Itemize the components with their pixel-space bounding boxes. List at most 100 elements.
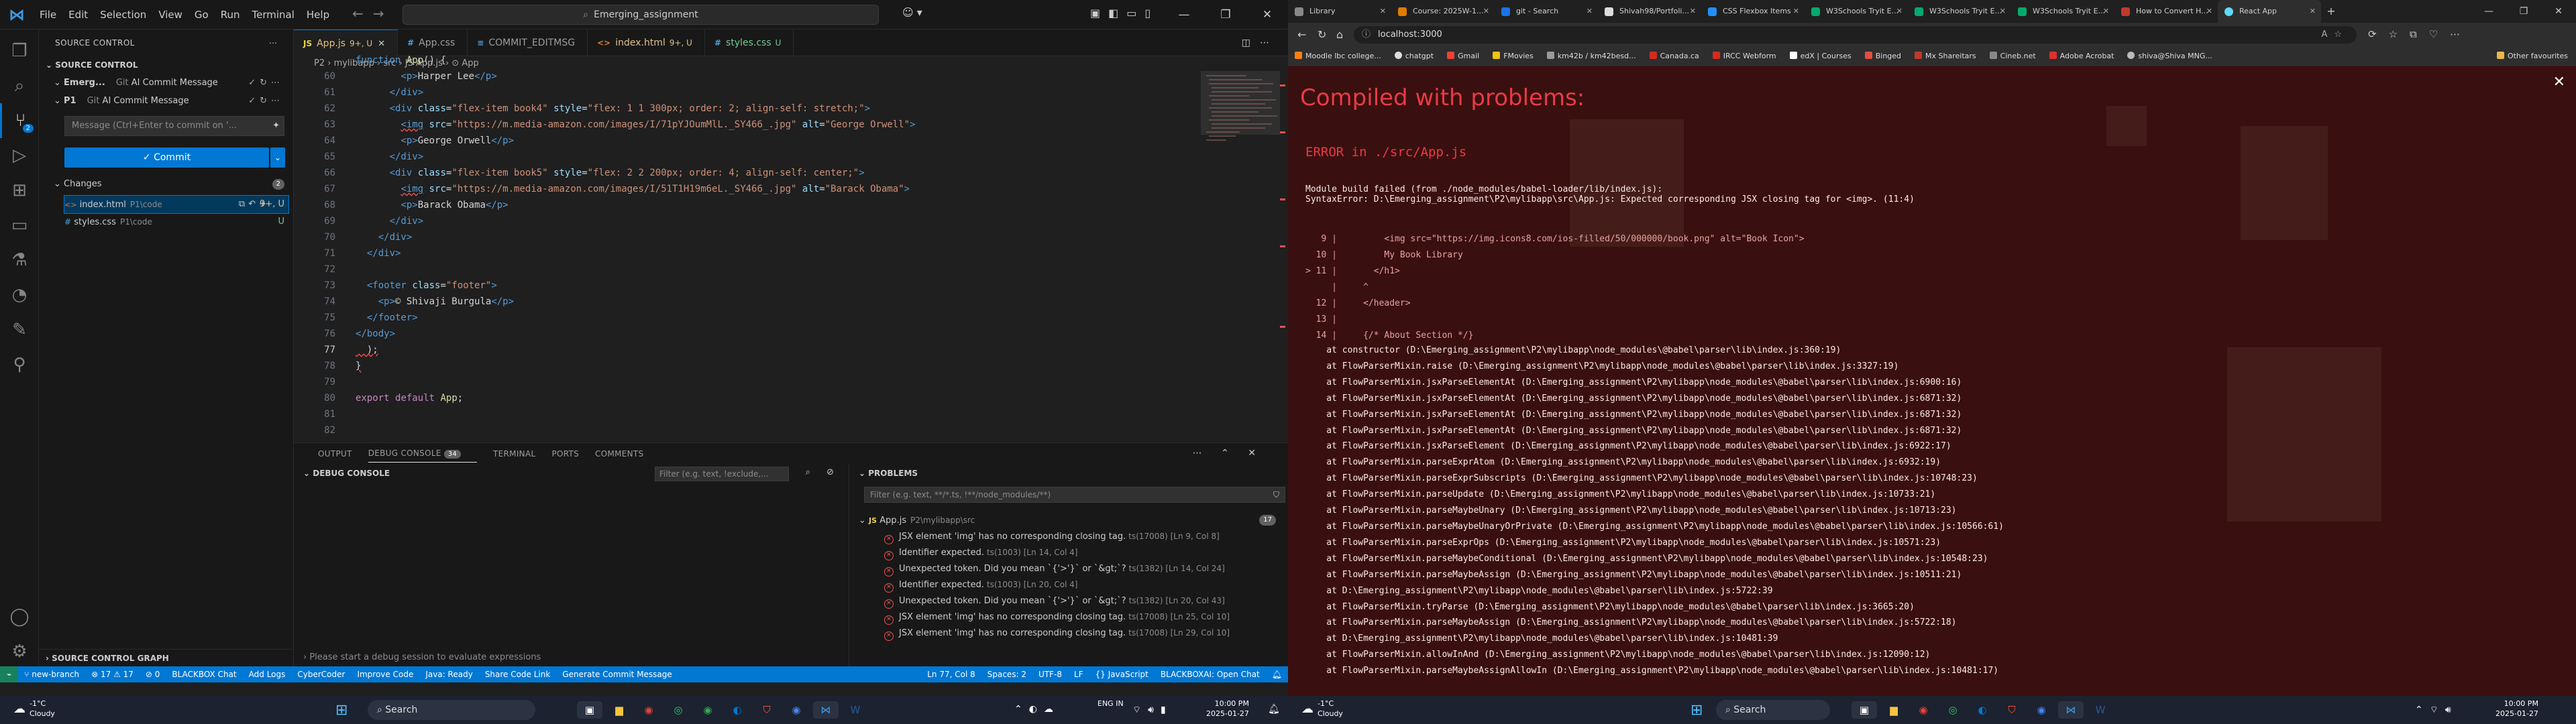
cursor-position[interactable]: Ln 77, Col 8 — [921, 666, 981, 682]
menu-go[interactable]: Go — [189, 9, 215, 21]
close-icon[interactable]: ✕ — [2206, 0, 2212, 23]
explorer-icon[interactable]: ❐ — [0, 34, 39, 68]
close-icon[interactable]: ✕ — [1380, 0, 1386, 23]
language-mode[interactable]: {} JavaScript — [1089, 666, 1155, 682]
copilot-chat-icon[interactable]: ✎ — [0, 312, 39, 347]
tab-ports[interactable]: PORTS — [551, 449, 579, 459]
vscode-taskbar-icon[interactable]: ⋈ — [813, 701, 839, 719]
problem-item[interactable]: ✕ Identifier expected. ts(1003) [Ln 20, Co… — [884, 577, 1287, 593]
browser-extensions[interactable]: ⟳☆⧉♡⋯ — [2368, 28, 2472, 40]
edge-icon[interactable]: ◐ — [724, 701, 750, 719]
info-icon[interactable]: ⓘ — [1362, 26, 1371, 44]
bookmark[interactable]: Adobe Acrobat — [2043, 47, 2121, 65]
problem-item[interactable]: ✕ JSX element 'img' has no corresponding … — [884, 528, 1287, 544]
system-tray-icons[interactable]: ⌃◐☁ — [1014, 704, 1060, 715]
source-control-section[interactable]: ⌄ SOURCE CONTROL — [39, 56, 293, 74]
tab-comments[interactable]: COMMENTS — [595, 449, 643, 459]
debug-eval-input[interactable]: › Please start a debug session to evalua… — [303, 649, 840, 666]
problem-item[interactable]: ✕ Identifier expected. ts(1003) [Ln 14, Co… — [884, 544, 1287, 560]
browser-tab[interactable]: Course: 2025W-1... ✕ — [1391, 0, 1495, 23]
weather-widget[interactable]: ☁ -1°C Cloudy — [1301, 699, 1343, 719]
maximize-icon[interactable]: ❐ — [2506, 0, 2541, 23]
address-bar[interactable]: ⓘ localhost:3000 A☆ — [1354, 26, 2357, 44]
tab-commit-editmsg[interactable]: ≡ COMMIT_EDITMSG — [468, 29, 588, 56]
weather-widget[interactable]: ☁ -1°C Cloudy — [13, 699, 55, 719]
end-of-line[interactable]: LF — [1068, 666, 1089, 682]
menu-selection[interactable]: Selection — [94, 9, 152, 21]
refresh-icon[interactable]: ↻ — [1318, 28, 1326, 41]
language-indicator[interactable]: ENG IN — [1097, 699, 1124, 709]
maximize-icon[interactable]: ❐ — [1205, 0, 1246, 29]
bookmark[interactable]: Cineb.net — [1983, 47, 2043, 65]
bookmark[interactable]: chatgpt — [1388, 47, 1440, 65]
browser-tab[interactable]: git - Search ✕ — [1495, 0, 1598, 23]
menu-run[interactable]: Run — [215, 9, 246, 21]
menu-view[interactable]: View — [152, 9, 189, 21]
remote-indicator[interactable]: ⌁ — [0, 666, 19, 682]
close-icon[interactable]: ✕ — [1690, 0, 1696, 23]
menu-help[interactable]: Help — [301, 9, 335, 21]
repo-row[interactable]: ⌄ Emerg... Git AI Commit Message ✓↻⋯ — [39, 74, 293, 92]
close-icon[interactable]: ✕ — [2310, 0, 2316, 23]
edge-icon[interactable]: ◐ — [1970, 701, 1995, 719]
browser-tab[interactable]: W3Schools Tryit E... ✕ — [2011, 0, 2114, 23]
chrome-profile-icon[interactable]: ◉ — [695, 701, 720, 719]
status-add-logs[interactable]: Add Logs — [243, 666, 292, 682]
repo-row[interactable]: ⌄ P1 Git AI Commit Message ✓↻⋯ — [39, 92, 293, 110]
bookmark[interactable]: edX | Courses — [1783, 47, 1858, 65]
errors-status[interactable]: ⊗ 17 ⚠ 17 — [85, 666, 140, 682]
testing-icon[interactable]: ⚗ — [0, 243, 39, 278]
problem-item[interactable]: ✕ Unexpected token. Did you mean `{'>'}` … — [884, 593, 1287, 609]
menu-terminal[interactable]: Terminal — [246, 9, 301, 21]
close-icon[interactable]: ✕ — [2103, 0, 2109, 23]
tab-styles-css[interactable]: # styles.css U — [705, 29, 794, 56]
tab-app-css[interactable]: # App.css — [398, 29, 468, 56]
menu-edit[interactable]: Edit — [62, 9, 94, 21]
menu-file[interactable]: File — [34, 9, 62, 21]
minimize-icon[interactable]: — — [2471, 0, 2506, 23]
close-icon[interactable]: ✕ — [2000, 0, 2006, 23]
problems-file-group[interactable]: ⌄ JS App.js P2\mylibapp\src 17 — [859, 512, 1285, 528]
word-icon[interactable]: W — [2088, 701, 2113, 719]
close-icon[interactable]: ✕ — [1793, 0, 1799, 23]
debug-filter-input[interactable]: Filter (e.g. text, !exclude,... — [655, 467, 789, 481]
gitlens-icon[interactable]: ⚲ — [0, 347, 39, 382]
extensions-icon[interactable]: ⊞ — [0, 173, 39, 208]
close-icon[interactable]: ✕ — [378, 39, 385, 49]
file-explorer-icon[interactable]: ▆ — [1881, 701, 1907, 719]
minimize-icon[interactable]: — — [1163, 0, 1205, 29]
clock[interactable]: 10:00 PM 2025-01-27 — [1206, 699, 1249, 719]
status-java[interactable]: Java: Ready — [419, 666, 478, 682]
chrome-icon[interactable]: ◉ — [636, 701, 661, 719]
taskbar-search[interactable]: ⌕ Search — [368, 700, 535, 720]
close-icon[interactable]: ✕ — [1587, 0, 1593, 23]
bookmark[interactable]: FMovies — [1486, 47, 1540, 65]
browser-tab[interactable]: CSS Flexbox Items ✕ — [1701, 0, 1805, 23]
bookmark[interactable]: Canada.ca — [1643, 47, 1706, 65]
tab-app-js[interactable]: JS App.js 9+, U ✕ — [294, 29, 398, 56]
status-improve-code[interactable]: Improve Code — [351, 666, 419, 682]
command-center[interactable]: ⌕ Emerging_assignment — [402, 5, 879, 25]
browser-tab-active[interactable]: React App ✕ — [2218, 0, 2321, 23]
sparkle-icon[interactable]: ✦ — [272, 117, 280, 135]
brave-icon[interactable]: ⛉ — [754, 701, 780, 719]
run-debug-icon[interactable]: ▷ — [0, 138, 39, 173]
problems-header[interactable]: ⌄ PROBLEMS — [849, 464, 1288, 483]
changed-file-styles-css[interactable]: # styles.css P1\code U — [64, 213, 288, 231]
status-blackbox-chat[interactable]: BLACKBOX Chat — [166, 666, 242, 682]
bookmark[interactable]: Gmail — [1440, 47, 1486, 65]
status-generate-commit[interactable]: Generate Commit Message — [556, 666, 678, 682]
ports-status[interactable]: ⊘ 0 — [140, 666, 166, 682]
browser-tab[interactable]: How to Convert H... ✕ — [2114, 0, 2218, 23]
tab-index-html[interactable]: <> index.html 9+, U — [588, 29, 705, 56]
repo-tools[interactable]: ✓↻⋯ — [248, 74, 284, 92]
branch-status[interactable]: ⑂ new-branch — [18, 666, 85, 682]
tab-output[interactable]: OUTPUT — [318, 449, 352, 459]
encoding[interactable]: UTF-8 — [1032, 666, 1068, 682]
settings-gear-icon[interactable]: ⚙ — [0, 634, 39, 669]
problem-item[interactable]: ✕ JSX element 'img' has no corresponding … — [884, 609, 1287, 625]
commit-button[interactable]: ✓ Commit — [64, 147, 269, 168]
problems-filter-input[interactable]: Filter (e.g. text, **/*.ts, !**/node_mod… — [864, 487, 1285, 503]
bookmark[interactable]: Binged — [1858, 47, 1908, 65]
whatsapp-icon[interactable]: ◎ — [1940, 701, 1966, 719]
